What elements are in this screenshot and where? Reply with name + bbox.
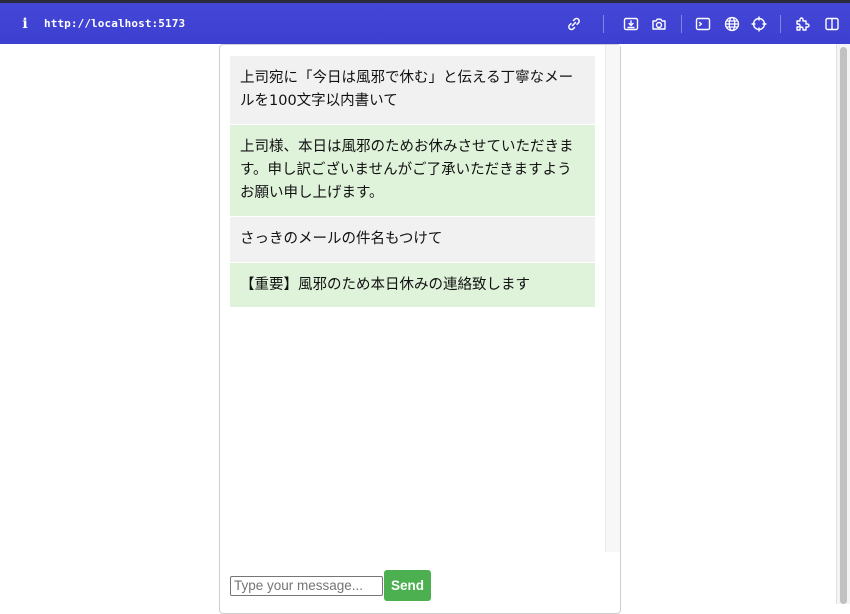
message-input[interactable]: [230, 575, 383, 596]
split-view-icon[interactable]: [824, 16, 840, 32]
assistant-message: 上司様、本日は風邪のためお休みさせていただきます。申し訳ございませんがご了承いた…: [230, 125, 595, 216]
address-bar-url[interactable]: http://localhost:5173: [44, 17, 185, 30]
page-scrollbar-thumb[interactable]: [840, 47, 847, 604]
message-list: 上司宛に「今日は風邪で休む」と伝える丁寧なメールを100文字以内書いて 上司様、…: [220, 45, 606, 552]
message-text: 上司様、本日は風邪のためお休みさせていただきます。申し訳ございませんがご了承いた…: [240, 139, 574, 201]
message-input-row: Send: [230, 570, 431, 601]
message-text: 【重要】風邪のため本日休みの連絡致します: [240, 276, 530, 293]
browser-toolbar: i http://localhost:5173: [0, 0, 850, 44]
info-icon[interactable]: i: [18, 16, 32, 32]
page-scrollbar[interactable]: [836, 44, 850, 604]
message-text: さっきのメールの件名もつけて: [240, 231, 443, 247]
terminal-icon[interactable]: [695, 16, 711, 32]
send-button[interactable]: Send: [384, 570, 431, 601]
user-message: 上司宛に「今日は風邪で休む」と伝える丁寧なメールを100文字以内書いて: [230, 56, 595, 124]
assistant-message: 【重要】風邪のため本日休みの連絡致します: [230, 263, 595, 307]
user-message: さっきのメールの件名もつけて: [230, 217, 595, 262]
link-icon[interactable]: [566, 16, 582, 32]
globe-icon[interactable]: [724, 16, 740, 32]
chat-panel: 上司宛に「今日は風邪で休む」と伝える丁寧なメールを100文字以内書いて 上司様、…: [219, 44, 621, 614]
extension-icon[interactable]: [795, 16, 811, 32]
screencast-icon[interactable]: [623, 16, 639, 32]
message-list-scrollbar[interactable]: [605, 45, 620, 552]
message-text: 上司宛に「今日は風邪で休む」と伝える丁寧なメールを100文字以内書いて: [240, 70, 574, 109]
crosshair-icon[interactable]: [751, 16, 767, 32]
camera-icon[interactable]: [651, 16, 667, 32]
